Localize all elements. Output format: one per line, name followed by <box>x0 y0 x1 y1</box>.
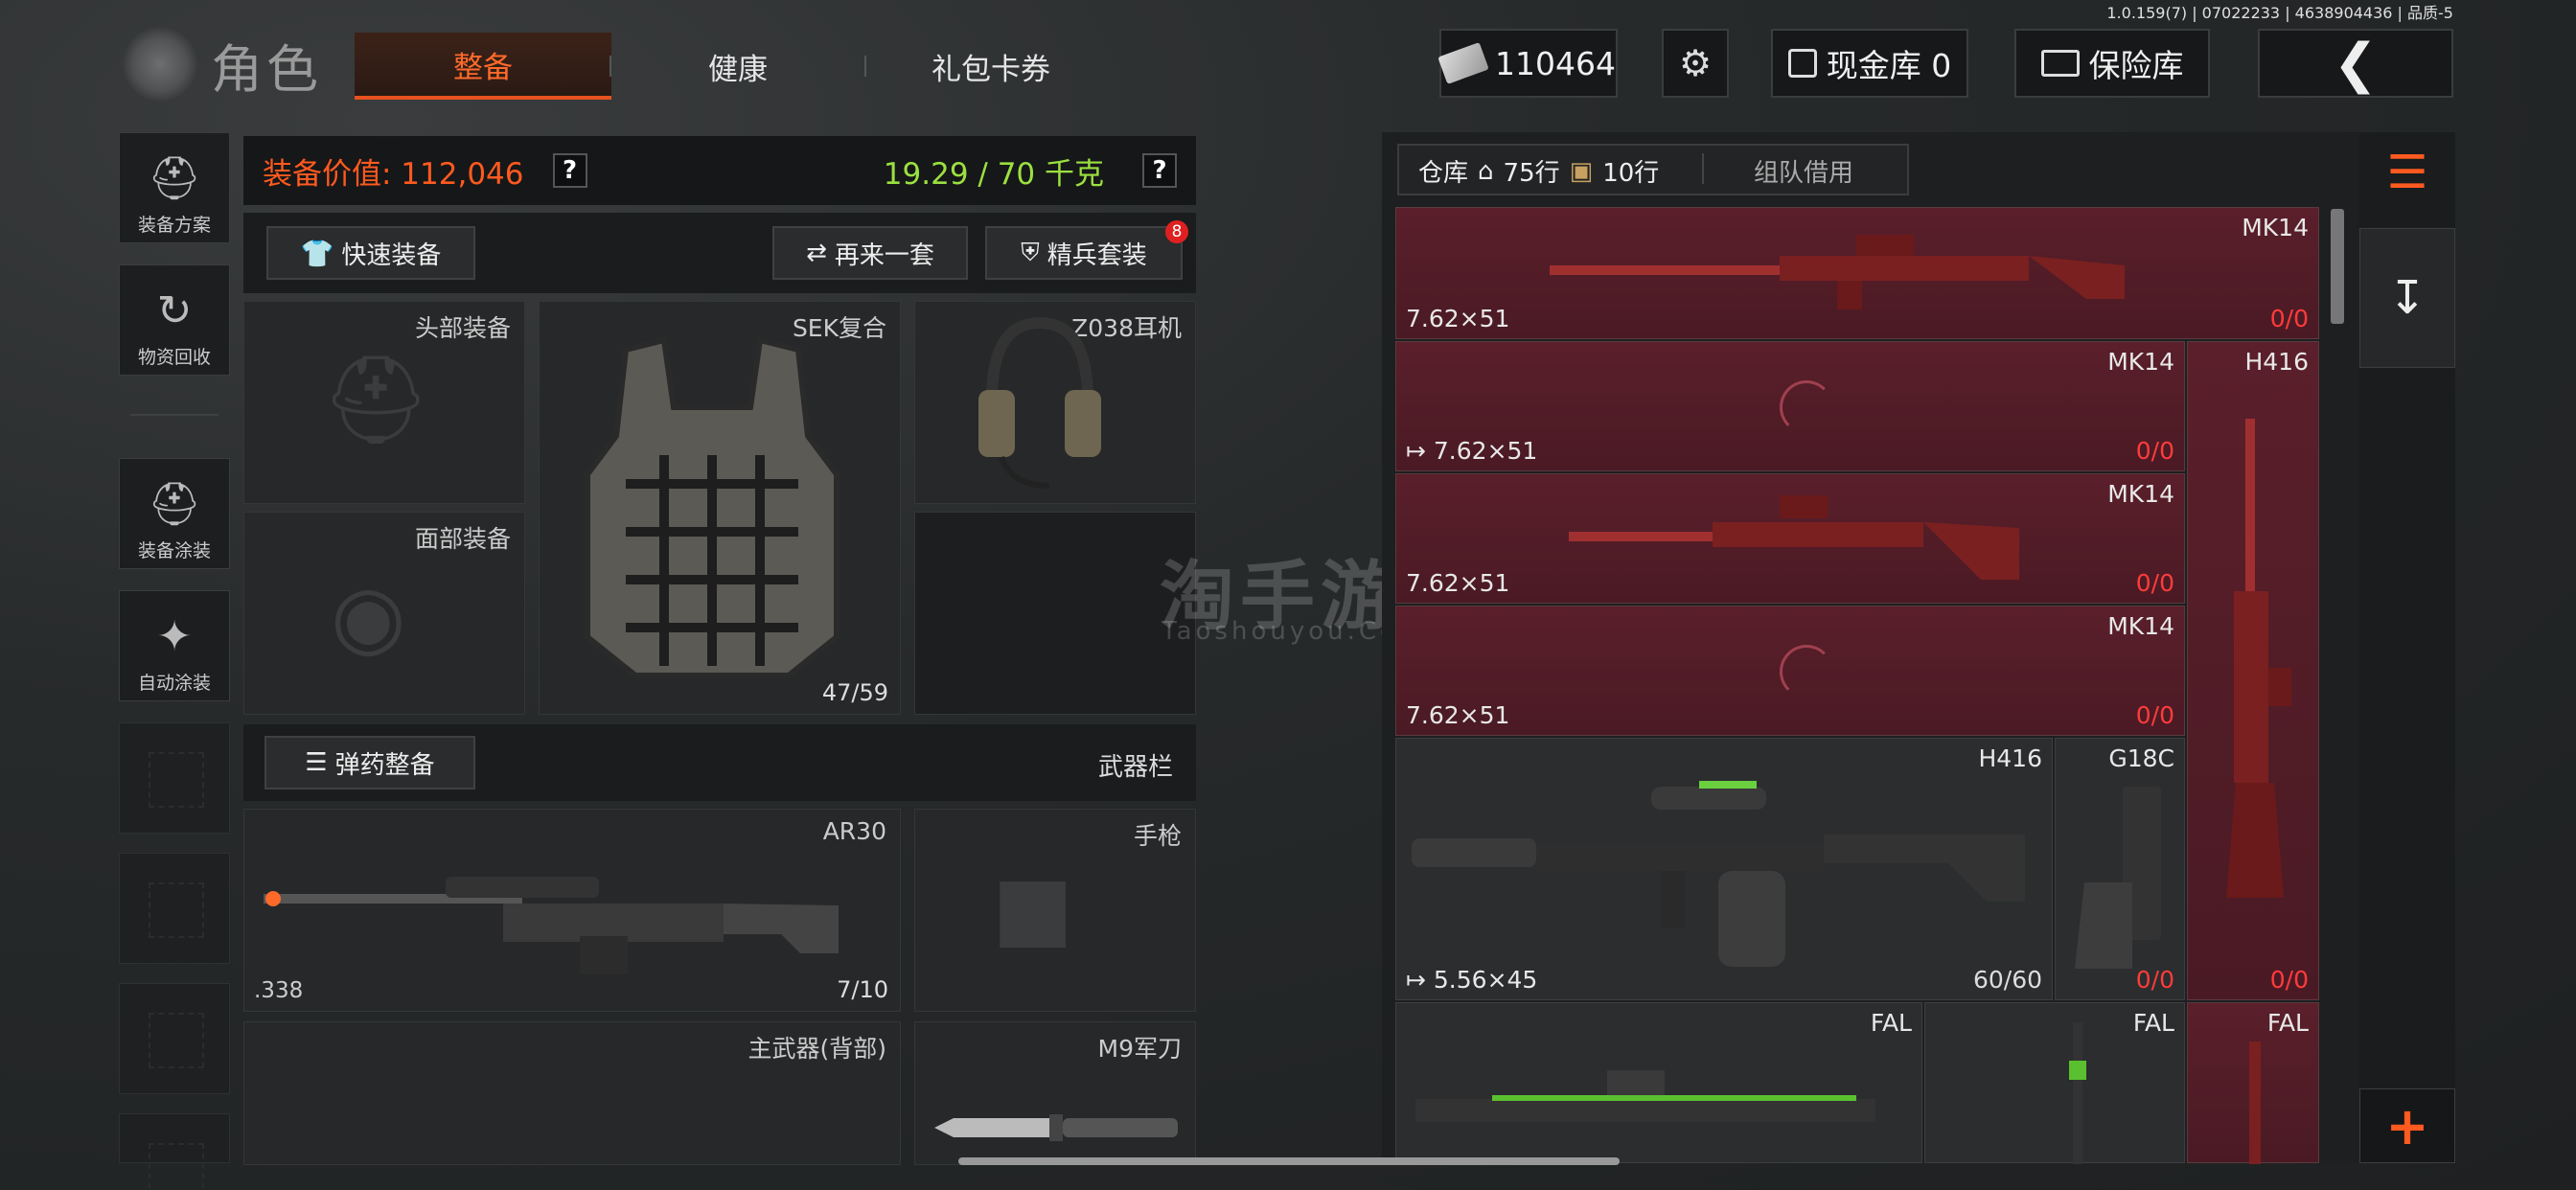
ammo-icon: ☰ <box>305 748 328 777</box>
shirt-icon: 👕 <box>300 237 334 269</box>
sidebar-item-paint[interactable]: ⛑ 装备涂装 <box>119 458 230 569</box>
operator-icon: ⚙ <box>1678 42 1713 84</box>
inventory-item[interactable]: MK14 7.62×51 0/0 <box>1395 207 2319 339</box>
store-button[interactable]: ↧ <box>2359 228 2455 368</box>
quick-equip-button[interactable]: 👕 快速装备 <box>266 226 475 280</box>
headset-slot[interactable]: Z038耳机 <box>914 301 1196 504</box>
help-icon[interactable]: ? <box>552 153 587 188</box>
sort-button[interactable]: ☰ <box>2359 134 2455 211</box>
loading-icon <box>1780 645 1833 698</box>
pistol-slot[interactable]: 手枪 ■ <box>914 809 1196 1012</box>
scrollbar[interactable] <box>2331 209 2344 324</box>
plus-icon: + <box>2385 1095 2429 1156</box>
pistol-icon: ■ <box>992 858 1074 958</box>
safe-icon <box>2040 50 2080 77</box>
loading-icon <box>1780 380 1833 434</box>
headset-icon <box>978 316 1101 489</box>
tab-equipment[interactable]: 整备 <box>355 33 611 100</box>
rifle-icon <box>1550 235 2125 309</box>
inventory-item[interactable]: MK14 7.62×51 0/0 <box>1395 473 2185 604</box>
bag-icon: ▣ <box>1569 156 1594 186</box>
primary-weapon-slot[interactable]: AR30 .338 7/10 <box>243 809 901 1012</box>
pistol-icon <box>2075 787 2161 969</box>
sidebar-item-auto-paint[interactable]: ✦ 自动涂装 <box>119 590 230 701</box>
empty-slot[interactable] <box>119 1113 230 1190</box>
profile-button[interactable]: ⚙ <box>1662 29 1729 98</box>
paint-icon: ⛑ <box>148 480 201 529</box>
equipment-value-bar: 装备价值: 112,046 ? 19.29 / 70 千克 ? <box>243 136 1196 205</box>
rifle-vertical-icon <box>2249 1041 2261 1164</box>
gas-mask-icon: ◉ <box>331 566 406 667</box>
help-icon[interactable]: ? <box>1142 153 1177 188</box>
recycle-icon: ↻ <box>156 286 193 335</box>
warehouse-tab[interactable]: 仓库 ⌂ 75行 ▣ 10行 <box>1418 153 1659 189</box>
back-weapon-slot[interactable]: 主武器(背部) <box>243 1021 901 1165</box>
sidebar-item-loadout[interactable]: ⛑ 装备方案 <box>119 132 230 243</box>
elite-set-button[interactable]: ⛨ 精兵套装 <box>985 226 1183 280</box>
auto-paint-icon: ✦ <box>156 612 193 661</box>
loadout-icon: ⛑ <box>148 154 201 203</box>
home-indicator <box>958 1157 1620 1165</box>
sidebar-divider <box>130 414 218 416</box>
shield-icon: ⛨ <box>1021 238 1040 267</box>
helmet-icon: ⛑ <box>321 350 431 450</box>
empty-slot[interactable] <box>119 983 230 1094</box>
home-icon: ⌂ <box>1478 156 1494 186</box>
page-title: 角色 <box>123 21 334 107</box>
rifle-icon <box>1412 781 2025 967</box>
knife-icon <box>934 1114 1178 1141</box>
layers-refresh-icon: ☰ <box>2386 146 2428 199</box>
again-set-button[interactable]: ⇄ 再来一套 <box>772 226 968 280</box>
cash-vault-button[interactable]: 现金库 0 <box>1771 29 1968 98</box>
inventory-item[interactable]: H416 ↦ 5.56×45 60/60 <box>1395 738 2053 1000</box>
version-text: 1.0.159(7) | 07022233 | 4638904436 | 品质-… <box>2106 4 2453 22</box>
globe-icon <box>123 27 197 102</box>
exit-icon: ↦ <box>1406 966 1434 994</box>
head-gear-slot[interactable]: 头部装备 ⛑ <box>243 301 525 504</box>
face-gear-slot[interactable]: 面部装备 ◉ <box>243 512 525 715</box>
melee-slot[interactable]: M9军刀 <box>914 1021 1196 1165</box>
inventory-item[interactable]: MK14 7.62×51 0/0 <box>1395 606 2185 736</box>
empty-slot[interactable] <box>119 853 230 964</box>
team-borrow-tab[interactable]: 组队借用 <box>1754 153 1853 189</box>
insurance-vault-button[interactable]: 保险库 <box>2014 29 2210 98</box>
notification-badge: 8 <box>1165 220 1188 243</box>
money-value: 110464 <box>1495 44 1616 82</box>
vault-icon <box>1787 49 1817 78</box>
weight-value: 19.29 / 70 千克 <box>883 156 1104 192</box>
ammo-manage-button[interactable]: ☰ 弹药整备 <box>264 736 475 790</box>
inventory-item[interactable]: H416 0/0 <box>2187 341 2319 1000</box>
tab-gift-coupons[interactable]: 礼包卡券 <box>866 33 1116 100</box>
tab-health[interactable]: 健康 <box>613 33 862 100</box>
refresh-icon: ⇄ <box>806 239 827 267</box>
exit-icon: ↦ <box>1406 437 1434 465</box>
tab-divider <box>1702 153 1704 184</box>
rifle-vertical-icon <box>2226 419 2291 898</box>
sniper-rifle-icon <box>264 877 839 974</box>
add-button[interactable]: + <box>2359 1088 2455 1163</box>
sidebar-item-recycle[interactable]: ↻ 物资回收 <box>119 264 230 376</box>
inventory-item[interactable]: MK14 ↦ 7.62×51 0/0 <box>1395 341 2185 471</box>
equipment-value: 装备价值: 112,046 <box>263 156 524 192</box>
inventory-item[interactable]: G18C 0/0 <box>2055 738 2185 1000</box>
inventory-item[interactable]: FAL <box>1395 1002 1922 1163</box>
empty-gear-slot[interactable] <box>914 512 1196 715</box>
vest-icon <box>585 336 840 678</box>
money-display[interactable]: 110464 <box>1438 29 1618 98</box>
layers-download-icon: ↧ <box>2387 271 2427 325</box>
tab-divider <box>610 56 611 77</box>
inventory-item[interactable]: FAL <box>2187 1002 2319 1164</box>
cash-icon <box>1438 42 1489 84</box>
back-button[interactable]: ❮ <box>2258 29 2453 98</box>
rifle-vertical-icon <box>2069 1022 2086 1164</box>
empty-slot[interactable] <box>119 722 230 834</box>
rifle-icon <box>1569 495 2019 580</box>
rifle-icon <box>1415 1070 1875 1122</box>
inventory-item[interactable]: FAL <box>1924 1002 2185 1164</box>
weapon-bar-label: 武器栏 <box>1098 753 1174 782</box>
armor-slot[interactable]: SEK复合 47/59 <box>539 301 901 715</box>
chevron-left-icon: ❮ <box>2333 32 2379 95</box>
